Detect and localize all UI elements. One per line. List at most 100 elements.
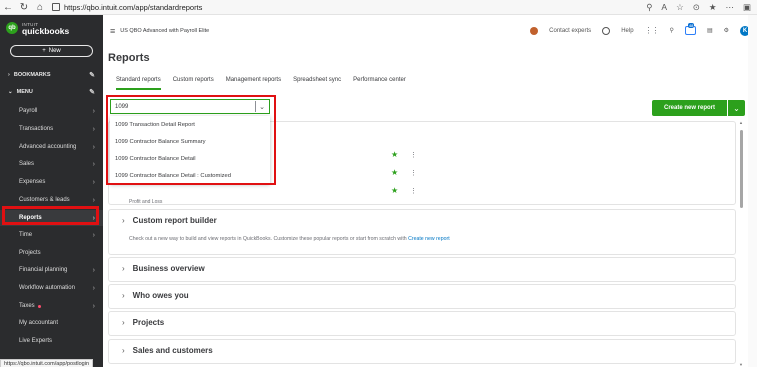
chevron-right-icon: › [92,302,95,310]
refresh-icon[interactable]: ↻ [16,0,32,15]
more-options-icon[interactable]: ⋮ [410,187,417,195]
menu-section[interactable]: ⌄ MENU ✎ [0,84,103,100]
edit-pencil-icon[interactable]: ✎ [89,88,95,96]
chevron-right-icon: › [92,143,95,151]
company-name: US QBO Advanced with Payroll Elite [120,27,210,34]
section-title: Custom report builder [132,216,217,225]
sidebar-item-expenses[interactable]: Expenses › [0,174,103,190]
chevron-right-icon: › [122,216,125,225]
chevron-right-icon: › [92,231,95,239]
contact-experts-avatar-icon[interactable] [530,26,539,35]
notification-dot [37,304,41,308]
section-title: Sales and customers [132,346,213,355]
scroll-up-icon[interactable]: ▲ [739,120,743,125]
sidebar-item-label: Payroll [19,108,38,114]
chevron-right-icon: › [8,72,10,78]
favorite-star-icon[interactable]: ★ [391,186,398,195]
home-icon[interactable]: ⌂ [32,0,48,15]
section-projects[interactable]: › Projects [108,311,736,336]
page-right-edge [748,15,757,367]
chevron-right-icon: › [92,107,95,115]
more-options-icon[interactable]: ⋮ [410,169,417,177]
chevron-right-icon: › [122,346,125,355]
chevron-down-icon: ⌄ [8,89,13,95]
favorite-star-icon[interactable]: ★ [391,150,398,159]
sidebar-item-transactions[interactable]: Transactions › [0,121,103,137]
search-highlight-box [106,95,276,185]
chevron-right-icon: › [122,291,125,300]
tab-management-reports[interactable]: Management reports [226,77,281,90]
sidebar-item-label: Transactions [19,126,54,132]
chevron-right-icon: › [92,178,95,186]
sidebar-toggle-icon[interactable]: ▣ [743,2,751,13]
sidebar-item-projects[interactable]: Projects [0,245,103,261]
sidebar-item-time[interactable]: Time › [0,227,103,243]
section-title: Projects [132,318,165,327]
sidebar-item-label: Expenses [19,179,46,185]
more-options-icon[interactable]: ⋮ [410,151,417,159]
sidebar-item-label: My accountant [19,320,59,326]
new-button-label: New [48,48,61,54]
sidebar-item-taxes[interactable]: Taxes › [0,298,103,314]
section-who-owes-you[interactable]: › Who owes you [108,284,736,309]
section-custom-report-builder[interactable]: › Custom report builder Check out a new … [108,209,736,255]
help-icon[interactable] [602,26,611,35]
tab-spreadsheet-sync[interactable]: Spreadsheet sync [293,77,341,90]
browser-actions: ⚲ A ☆ ⊙ ★ ⋯ ▣ [646,2,757,13]
create-new-report-link[interactable]: Create new report [408,236,450,242]
chevron-right-icon: › [122,318,125,327]
contact-experts-link[interactable]: Contact experts [549,28,591,34]
settings-gear-icon[interactable]: ⚙ [724,27,729,34]
sidebar-item-workflow-automation[interactable]: Workflow automation › [0,280,103,296]
more-menu-icon[interactable]: ⋯ [725,2,734,13]
extensions-icon[interactable]: ⊙ [693,2,700,13]
page-title: Reports [108,52,150,64]
new-button[interactable]: + New [10,45,93,57]
plus-icon: + [42,48,46,54]
section-sales-and-customers[interactable]: › Sales and customers [108,339,736,364]
zoom-icon[interactable]: ⚲ [646,2,652,13]
back-icon[interactable]: ← [0,0,16,15]
sidebar-item-label: Projects [19,250,41,256]
read-aloud-icon[interactable]: A [661,2,667,12]
apps-grid-icon[interactable]: ⋮⋮ [645,26,660,35]
section-business-overview[interactable]: › Business overview [108,257,736,282]
create-report-dropdown-chevron-icon[interactable]: ⌄ [728,100,745,116]
hamburger-menu-icon[interactable]: ≡ [110,26,115,36]
sidebar-item-advanced-accounting[interactable]: Advanced accounting › [0,139,103,155]
favorites-icon[interactable]: ★ [709,2,717,13]
scrollbar[interactable]: ▲ ▼ [739,120,744,367]
favorite-star-icon[interactable]: ☆ [676,2,684,13]
search-icon[interactable]: ⚲ [670,27,674,34]
chevron-right-icon: › [92,160,95,168]
status-bar-url: https://qbo.intuit.com/app/postlogin [0,359,93,367]
reports-highlight-box [2,206,99,225]
qb-logo-icon: qb [6,22,18,34]
sidebar-item-sales[interactable]: Sales › [0,156,103,172]
sidebar-item-payroll[interactable]: Payroll › [0,103,103,119]
scrollbar-thumb[interactable] [740,130,743,208]
address-url: https://qbo.intuit.com/app/standardrepor… [64,2,203,12]
sidebar-item-financial-planning[interactable]: Financial planning › [0,262,103,278]
section-title: Business overview [132,264,205,273]
favorite-report-link[interactable]: Profit and Loss [129,199,162,205]
edit-pencil-icon[interactable]: ✎ [89,71,95,79]
favorite-star-icon[interactable]: ★ [391,168,398,177]
tab-standard-reports[interactable]: Standard reports [116,77,161,90]
address-bar[interactable]: https://qbo.intuit.com/app/standardrepor… [52,1,202,13]
sidebar-item-my-accountant[interactable]: My accountant [0,315,103,331]
section-description-text: Check out a new way to build and view re… [129,236,407,242]
clipboard-icon[interactable]: ▤ [707,27,713,34]
sidebar-item-live-experts[interactable]: Live Experts [0,333,103,349]
scroll-down-icon[interactable]: ▼ [739,362,743,367]
tab-custom-reports[interactable]: Custom reports [173,77,214,90]
bookmarks-section[interactable]: › BOOKMARKS ✎ [0,67,103,83]
quickbooks-logo[interactable]: qb INTUIT quickbooks [6,21,69,35]
sidebar-item-label: Customers & leads [19,197,70,203]
notifications-icon[interactable]: 48 [684,23,696,35]
tab-performance-center[interactable]: Performance center [353,77,406,90]
help-link[interactable]: Help [621,28,633,34]
create-new-report-button[interactable]: Create new report [652,100,727,116]
section-description: Check out a new way to build and view re… [129,236,450,242]
chevron-right-icon: › [122,264,125,273]
